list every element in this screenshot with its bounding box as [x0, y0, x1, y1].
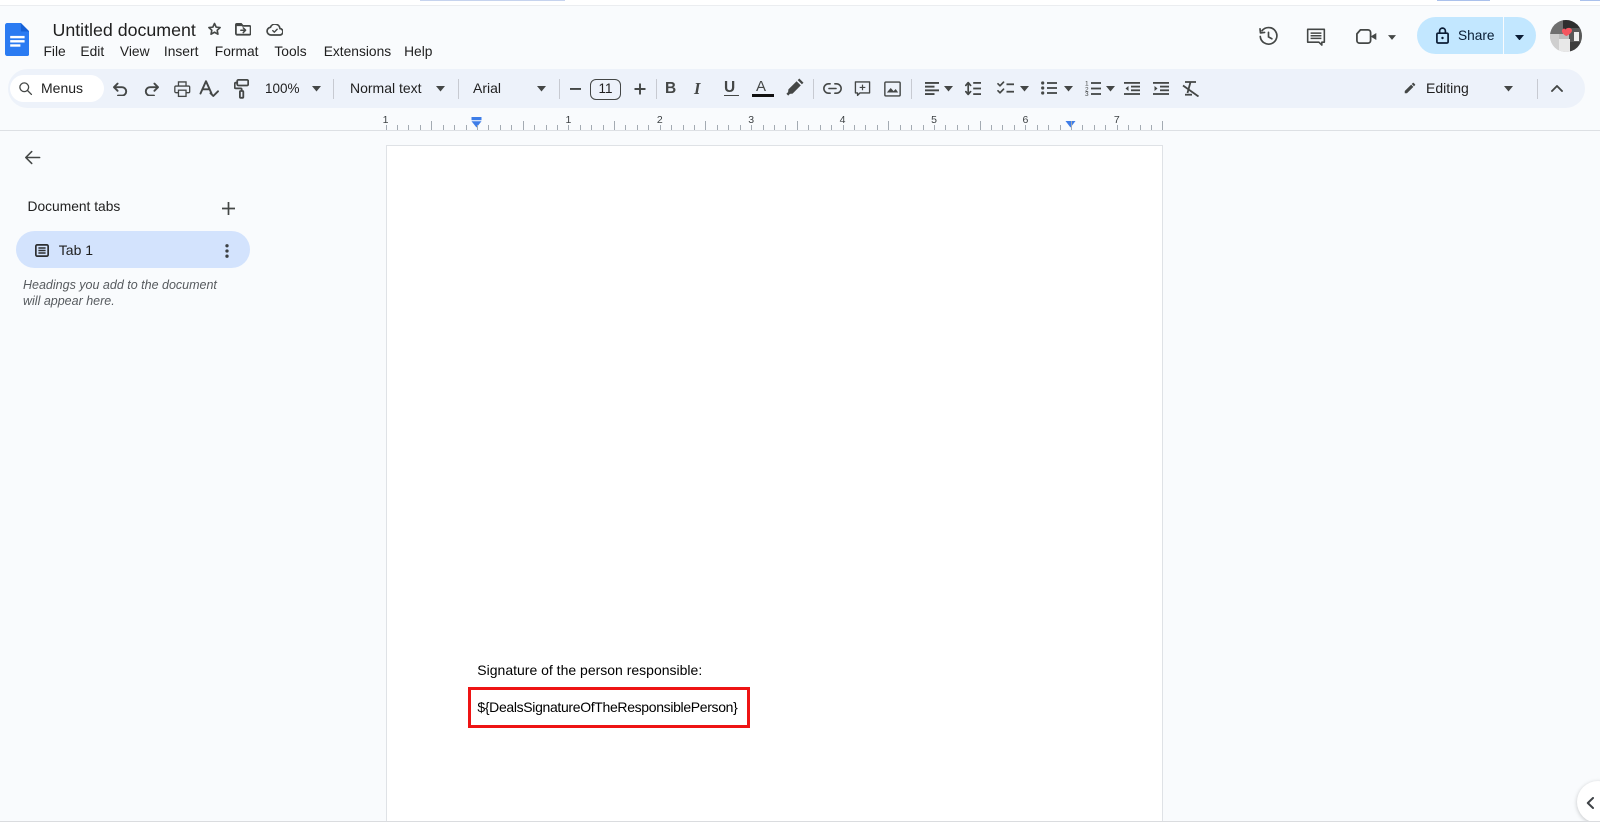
svg-text:3: 3: [1085, 91, 1089, 96]
